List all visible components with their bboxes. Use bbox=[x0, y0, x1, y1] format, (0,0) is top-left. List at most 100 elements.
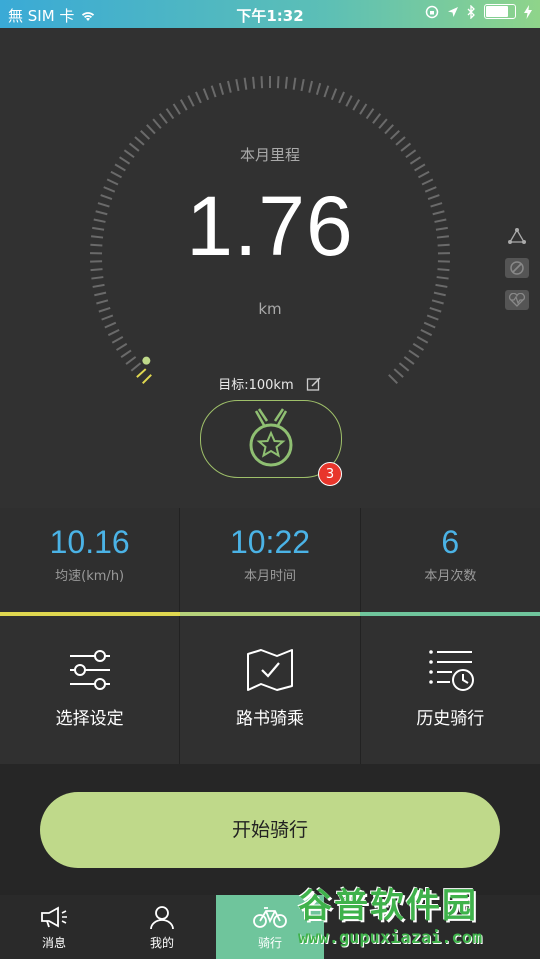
stat-value: 10:22 bbox=[229, 524, 311, 560]
dial-tick bbox=[315, 82, 322, 95]
dial-tick bbox=[158, 113, 168, 124]
bluetooth-icon bbox=[467, 4, 475, 19]
dial-tick bbox=[111, 336, 124, 344]
dial-tick bbox=[130, 362, 142, 372]
dial-tick bbox=[110, 170, 122, 179]
side-toolbar bbox=[505, 226, 529, 310]
dial-tick bbox=[107, 329, 120, 337]
dial-tick bbox=[146, 124, 156, 135]
dial-tick bbox=[378, 118, 388, 129]
history-ride-button[interactable]: 历史骑行 bbox=[361, 616, 540, 764]
stats-row: 10.16 均速(km/h) 10:22 本月时间 6 本月次数 bbox=[0, 508, 540, 612]
dial-tick bbox=[179, 99, 188, 111]
dial-tick bbox=[187, 95, 195, 107]
person-icon bbox=[150, 906, 174, 930]
dial-tick bbox=[384, 124, 394, 135]
dial-tick bbox=[420, 329, 433, 337]
menu-label: 路书骑乘 bbox=[235, 709, 304, 729]
goal-label: 目标:100km bbox=[218, 378, 294, 393]
dial-tick bbox=[330, 88, 338, 101]
stat-value: 10.16 bbox=[49, 524, 130, 560]
tab-label: 消息 bbox=[41, 936, 66, 950]
map-check-icon bbox=[246, 649, 293, 691]
dial-tick bbox=[104, 321, 117, 329]
stat-avg-speed: 10.16 均速(km/h) bbox=[0, 508, 181, 612]
dial-tick bbox=[260, 76, 264, 89]
dial-tick bbox=[152, 118, 162, 129]
dial-tick bbox=[398, 362, 410, 372]
menu-label: 选择设定 bbox=[55, 709, 124, 729]
dial-tick bbox=[436, 276, 449, 280]
dial-tick bbox=[114, 163, 126, 172]
bicycle-icon bbox=[253, 907, 287, 928]
dial-tick bbox=[227, 80, 232, 93]
charging-icon bbox=[524, 4, 532, 19]
dial-tick bbox=[408, 349, 420, 359]
rotation-lock-icon bbox=[425, 5, 439, 18]
dial-tick bbox=[418, 170, 430, 179]
dial-tick bbox=[120, 349, 132, 359]
dial-tick bbox=[172, 103, 181, 115]
distance-unit: km bbox=[258, 300, 282, 318]
megaphone-icon bbox=[41, 906, 67, 928]
dial-tick bbox=[372, 113, 382, 124]
dial-tick bbox=[235, 79, 240, 92]
history-list-icon bbox=[429, 650, 475, 691]
medal-count-badge: 3 bbox=[318, 462, 342, 486]
stat-label: 本月次数 bbox=[424, 569, 477, 584]
dial-tick bbox=[140, 130, 151, 140]
triangle-nodes-icon[interactable] bbox=[505, 226, 529, 246]
start-ride-button[interactable]: 开始骑行 bbox=[40, 792, 500, 868]
distance-value: 1.76 bbox=[186, 179, 354, 273]
dial-tick bbox=[323, 85, 330, 98]
stat-month-time: 10:22 本月时间 bbox=[180, 508, 361, 612]
watermark-title: 谷普软件园 bbox=[298, 886, 478, 926]
dial-tick bbox=[125, 356, 137, 365]
dial-tick bbox=[352, 99, 361, 111]
dial-tick bbox=[365, 108, 375, 120]
dial-tick bbox=[414, 163, 426, 172]
dial-tick bbox=[202, 88, 210, 101]
edit-icon[interactable] bbox=[306, 376, 322, 396]
heart-rate-icon[interactable] bbox=[505, 290, 529, 310]
dial-tick bbox=[195, 91, 202, 104]
dial-tick bbox=[92, 283, 105, 288]
battery-icon bbox=[484, 4, 516, 19]
watermark-logo: 谷普软件园 www.gupuxiazai.com bbox=[292, 864, 540, 959]
menu-label: 历史骑行 bbox=[416, 709, 485, 729]
dial-tick bbox=[292, 77, 297, 90]
status-bar: 無 SIM 卡 下午1:32 bbox=[0, 0, 540, 28]
select-settings-button[interactable]: 选择设定 bbox=[0, 616, 181, 764]
roadbook-ride-button[interactable]: 路书骑乘 bbox=[180, 616, 361, 764]
dial-tick bbox=[423, 321, 436, 329]
tab-mine[interactable]: 我的 bbox=[108, 895, 216, 959]
dial-tick bbox=[359, 103, 368, 115]
dial-tick bbox=[389, 130, 400, 140]
dial-tick bbox=[300, 79, 305, 92]
speed-mode-icon[interactable] bbox=[505, 258, 529, 278]
dial-tick bbox=[252, 76, 256, 89]
dial-tick bbox=[433, 291, 446, 297]
dial-tick bbox=[243, 77, 248, 90]
month-mileage-label: 本月里程 bbox=[239, 146, 300, 164]
tab-label: 我的 bbox=[149, 936, 174, 950]
dial-tick bbox=[416, 336, 429, 344]
sliders-icon bbox=[69, 650, 110, 690]
stat-label: 均速(km/h) bbox=[55, 569, 125, 584]
stat-label: 本月时间 bbox=[243, 569, 296, 584]
goal-row[interactable]: 目标:100km bbox=[0, 374, 540, 396]
dial-tick bbox=[435, 283, 448, 288]
dial-tick bbox=[308, 80, 313, 93]
dial-tick bbox=[276, 76, 280, 89]
dial-tick bbox=[218, 82, 225, 95]
dial-tick bbox=[210, 85, 217, 98]
dial-tick bbox=[91, 276, 104, 280]
dial-tick bbox=[284, 76, 288, 89]
dial-tick bbox=[412, 342, 424, 351]
stat-value: 6 bbox=[441, 524, 460, 560]
tab-messages[interactable]: 消息 bbox=[0, 895, 108, 959]
dial-tick bbox=[338, 91, 345, 104]
dial-tick bbox=[94, 291, 107, 297]
location-icon bbox=[448, 6, 458, 17]
stat-month-count: 6 本月次数 bbox=[361, 508, 540, 612]
